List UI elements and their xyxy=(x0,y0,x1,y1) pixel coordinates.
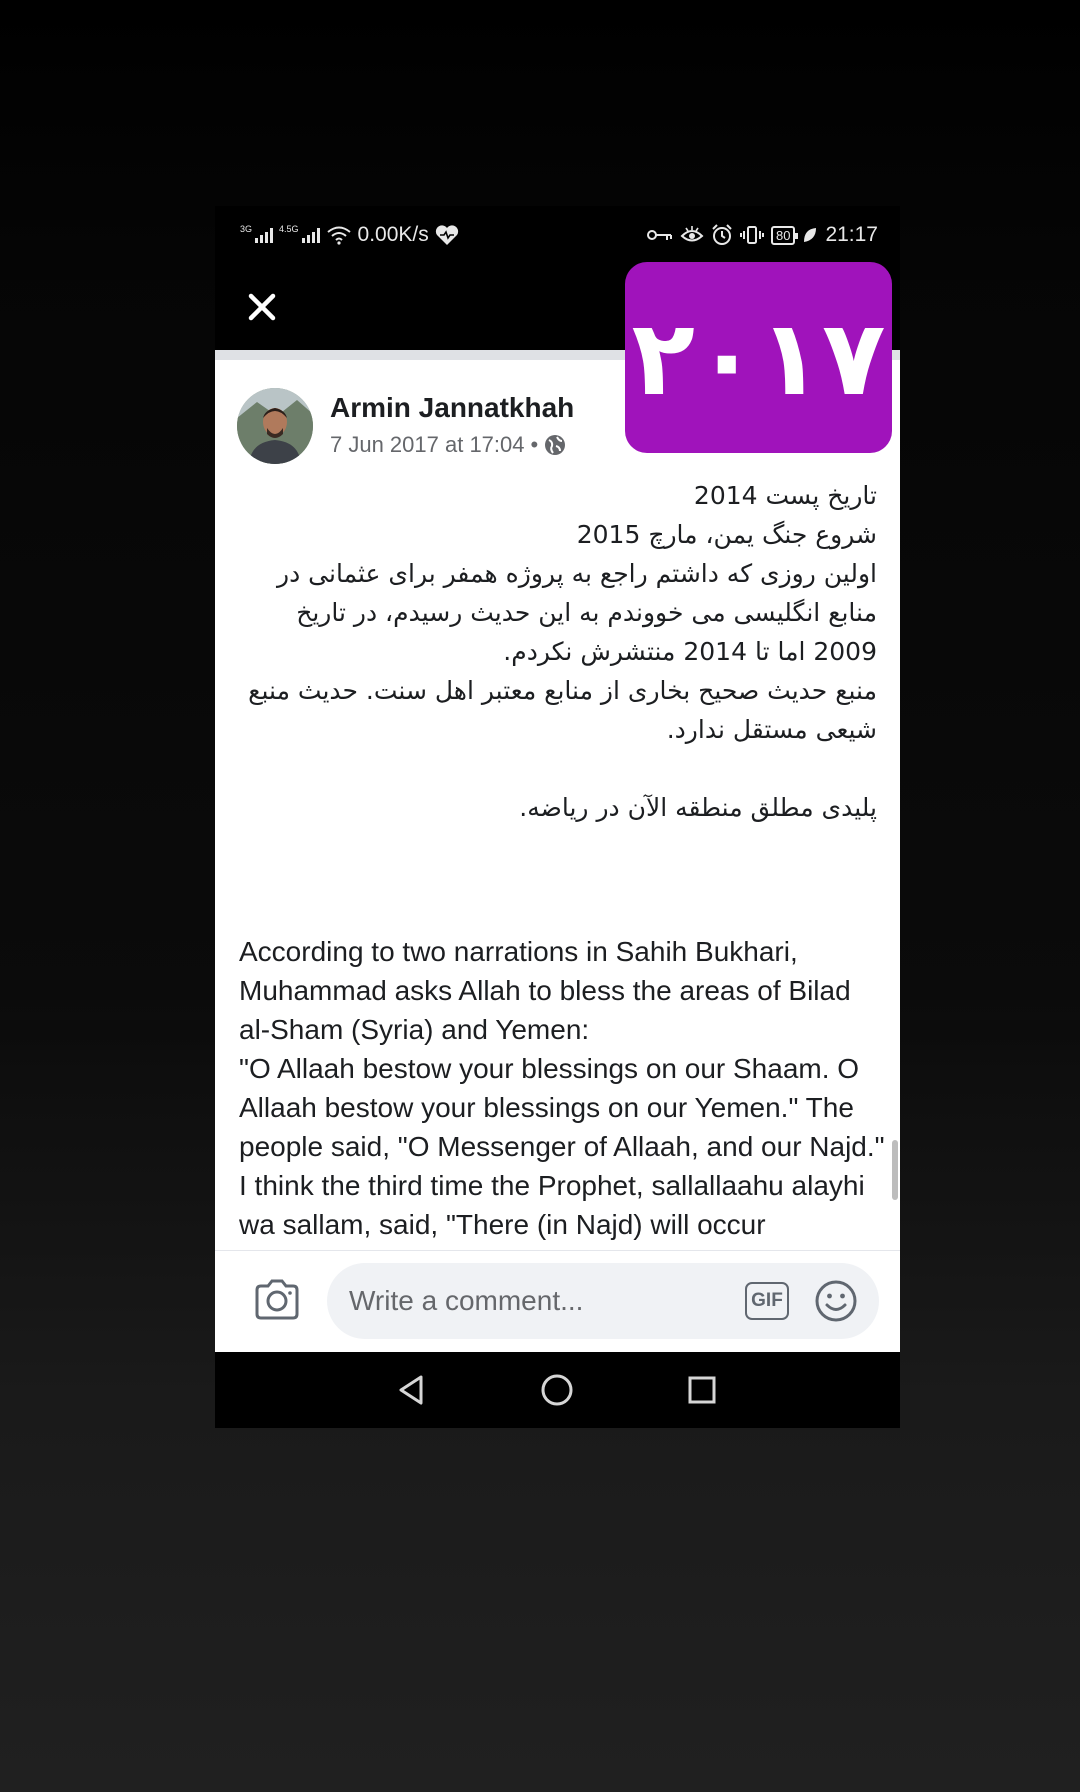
home-icon xyxy=(541,1374,573,1406)
battery-indicator: 80 xyxy=(770,225,799,245)
camera-button[interactable] xyxy=(253,1276,301,1324)
home-button[interactable] xyxy=(537,1370,577,1410)
persian-line: پلیدی مطلق منطقه الآن در ریاضه. xyxy=(519,793,877,822)
signal-icon xyxy=(255,227,274,243)
avatar[interactable] xyxy=(237,388,313,464)
back-button[interactable] xyxy=(392,1370,432,1410)
english-paragraph: "O Allaah bestow your blessings on our S… xyxy=(239,1053,885,1260)
camera-icon xyxy=(255,1279,299,1320)
close-icon xyxy=(248,293,276,321)
status-left: 3G 4.5G 0.00K/s xyxy=(240,220,459,250)
persian-line: شروع جنگ یمن، مارچ 2015 xyxy=(576,520,877,549)
post-timestamp[interactable]: 7 Jun 2017 at 17:04 xyxy=(330,432,525,458)
emoji-button[interactable] xyxy=(814,1279,858,1323)
avatar-photo xyxy=(237,388,313,464)
network-type-1: 3G xyxy=(240,223,253,234)
globe-icon xyxy=(545,435,566,455)
english-paragraph: According to two narrations in Sahih Buk… xyxy=(239,936,851,1045)
post-meta: 7 Jun 2017 at 17:04 • xyxy=(330,432,566,458)
year-overlay-badge: ٢٠١٧ xyxy=(625,262,892,453)
clock: 21:17 xyxy=(825,223,878,246)
persian-line: اولین روزی که داشتم راجع به پروژه همفر ب… xyxy=(277,559,877,666)
persian-line-blank xyxy=(237,749,877,788)
comment-bar: Write a comment... GIF xyxy=(215,1250,900,1352)
health-heart-icon xyxy=(435,225,458,245)
recents-button[interactable] xyxy=(682,1370,722,1410)
recents-icon xyxy=(688,1376,716,1404)
network-speed: 0.00K/s xyxy=(357,223,429,246)
persian-line: منبع حدیث صحیح بخاری از منابع معتبر اهل … xyxy=(248,676,877,744)
wifi-icon xyxy=(326,226,351,245)
vibrate-icon xyxy=(739,226,764,244)
status-bar: 3G 4.5G 0.00K/s 80 21:17 xyxy=(215,206,900,266)
gif-button[interactable]: GIF xyxy=(745,1282,789,1320)
close-button[interactable] xyxy=(237,282,287,332)
key-icon xyxy=(646,230,672,240)
post-content: Armin Jannatkhah 7 Jun 2017 at 17:04 • ت… xyxy=(215,360,900,1260)
system-nav-bar xyxy=(215,1352,900,1428)
back-icon xyxy=(399,1375,423,1405)
signal-icon-2 xyxy=(301,227,320,243)
network-type-2: 4.5G xyxy=(279,223,299,234)
eye-comfort-icon xyxy=(680,226,704,242)
scrollbar-thumb[interactable] xyxy=(892,1140,898,1200)
battery-saver-leaf-icon xyxy=(804,228,817,242)
emoji-icon xyxy=(815,1280,857,1322)
persian-line: تاریخ پست 2014 xyxy=(693,481,877,510)
comment-placeholder: Write a comment... xyxy=(349,1285,584,1316)
comment-input[interactable]: Write a comment... GIF xyxy=(327,1263,879,1339)
status-right: 80 21:17 xyxy=(646,220,878,250)
meta-separator: • xyxy=(530,432,539,457)
author-name[interactable]: Armin Jannatkhah xyxy=(330,392,574,424)
alarm-icon xyxy=(712,224,732,245)
post-text-persian: تاریخ پست 2014 شروع جنگ یمن، مارچ 2015 ا… xyxy=(237,476,877,827)
post-text-english: According to two narrations in Sahih Buk… xyxy=(239,932,889,1260)
